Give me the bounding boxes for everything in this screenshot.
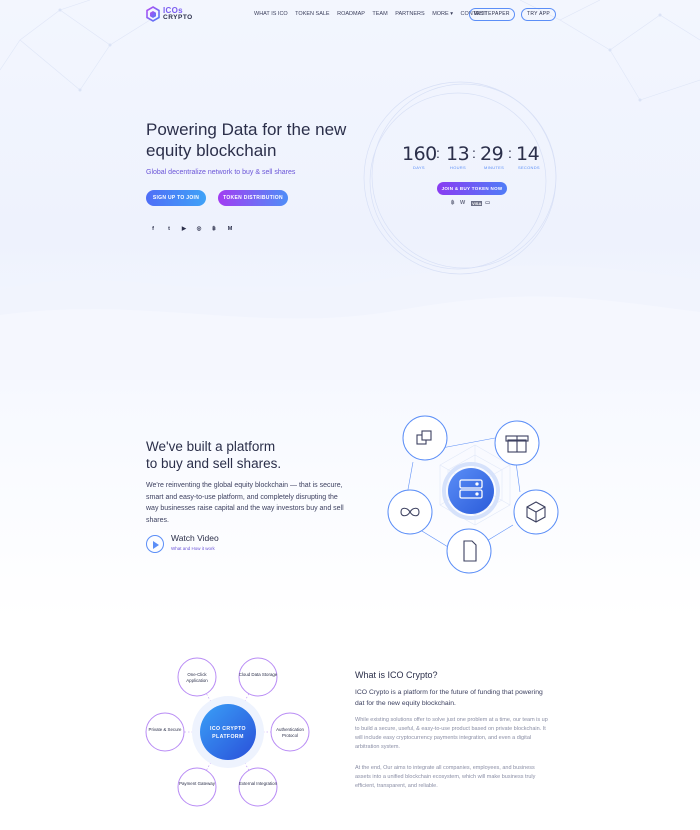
countdown-seconds-label: SECONDS bbox=[518, 165, 540, 170]
logo-hexagon-icon bbox=[146, 6, 160, 22]
twitter-icon[interactable]: t bbox=[164, 224, 174, 234]
countdown-minutes-label: MINUTES bbox=[484, 165, 505, 170]
countdown-days-label: DAYS bbox=[413, 165, 425, 170]
hero-subtitle: Global decentralize network to buy & sel… bbox=[146, 169, 296, 176]
about-title: What is ICO Crypto? bbox=[355, 670, 438, 680]
main-nav: WHAT IS ICO TOKEN SALE ROADMAP TEAM PART… bbox=[254, 11, 493, 17]
countdown-hours: 13 bbox=[446, 143, 470, 165]
sign-up-button[interactable]: SIGN UP TO JOIN bbox=[146, 190, 206, 206]
countdown-separator: : bbox=[508, 145, 512, 161]
watch-video-link[interactable]: Watch Video bbox=[171, 533, 219, 543]
platform-center-line2: PLATFORM bbox=[212, 734, 244, 740]
platform-description: We're reinventing the global equity bloc… bbox=[146, 482, 344, 524]
nav-item-token-sale[interactable]: TOKEN SALE bbox=[295, 11, 329, 17]
platform-title-line2: to buy and sell shares. bbox=[146, 456, 282, 471]
countdown-hours-label: HOURS bbox=[450, 165, 466, 170]
countdown-days: 160 bbox=[402, 143, 437, 165]
countdown-separator: : bbox=[472, 145, 476, 161]
countdown-rings bbox=[363, 81, 557, 275]
token-distribution-button[interactable]: TOKEN DISTRIBUTION bbox=[218, 190, 288, 206]
countdown-separator: : bbox=[436, 145, 440, 161]
github-icon[interactable]: ◎ bbox=[194, 224, 204, 234]
play-video-button[interactable] bbox=[146, 535, 164, 553]
node-external-integration: External Integration bbox=[238, 781, 278, 786]
about-paragraph-2: At the end, Our aims to integrate all co… bbox=[355, 765, 536, 789]
whitepaper-button[interactable]: WHITEPAPER bbox=[469, 8, 515, 21]
node-private-secure: Private & Secure bbox=[148, 727, 182, 732]
youtube-icon[interactable]: ▶ bbox=[179, 224, 189, 234]
try-app-button[interactable]: TRY APP bbox=[521, 8, 556, 21]
wallet-payment-icon: W bbox=[460, 200, 466, 206]
site-header: ICOs CRYPTO WHAT IS ICO TOKEN SALE ROADM… bbox=[0, 0, 700, 30]
watch-video-subtitle: What and How it work bbox=[171, 546, 215, 551]
platform-title: We've built a platform to buy and sell s… bbox=[146, 438, 281, 472]
facebook-icon[interactable]: f bbox=[148, 224, 158, 234]
node-authentication-protocol: Authentication Protocol bbox=[276, 727, 304, 738]
center-node bbox=[448, 468, 494, 514]
about-lead: ICO Crypto is a platform for the future … bbox=[355, 689, 543, 707]
bitcoin-payment-icon: ฿ bbox=[451, 200, 455, 206]
card-payment-icon: ▭ bbox=[485, 200, 491, 206]
nav-item-more[interactable]: MORE ▾ bbox=[432, 11, 453, 17]
logo-text-bottom: CRYPTO bbox=[163, 14, 193, 21]
node-cloud-data-storage: Cloud Data Storage bbox=[238, 672, 278, 677]
nav-item-roadmap[interactable]: ROADMAP bbox=[337, 11, 365, 17]
play-icon bbox=[153, 540, 159, 549]
visa-payment-icon: VISA bbox=[471, 201, 483, 206]
countdown-seconds: 14 bbox=[516, 143, 540, 165]
medium-icon[interactable]: M bbox=[225, 224, 235, 234]
countdown-minutes: 29 bbox=[480, 143, 504, 165]
nav-item-team[interactable]: TEAM bbox=[372, 11, 387, 17]
countdown-timer: 160 : 13 : 29 : 14 DAYS HOURS MINUTES SE… bbox=[396, 143, 546, 173]
platform-title-line1: We've built a platform bbox=[146, 439, 276, 454]
node-payment-gateway: Payment Gateway bbox=[179, 781, 215, 786]
platform-center-line1: ICO CRYPTO bbox=[210, 726, 246, 732]
hero-title: Powering Data for the new equity blockch… bbox=[146, 120, 347, 160]
join-buy-token-button[interactable]: JOIN & BUY TOKEN NOW bbox=[437, 182, 507, 195]
bitcoin-icon[interactable]: ฿ bbox=[209, 224, 219, 234]
platform-diagram bbox=[387, 415, 559, 574]
nav-item-partners[interactable]: PARTNERS bbox=[395, 11, 424, 17]
logo[interactable]: ICOs CRYPTO bbox=[146, 6, 196, 24]
platform-center-label: ICO CRYPTO PLATFORM bbox=[208, 725, 248, 741]
node-one-click-application: One-Click Application bbox=[186, 672, 208, 683]
about-paragraph-1: While existing solutions offer to solve … bbox=[355, 717, 548, 750]
nav-item-what-is-ico[interactable]: WHAT IS ICO bbox=[254, 11, 288, 17]
